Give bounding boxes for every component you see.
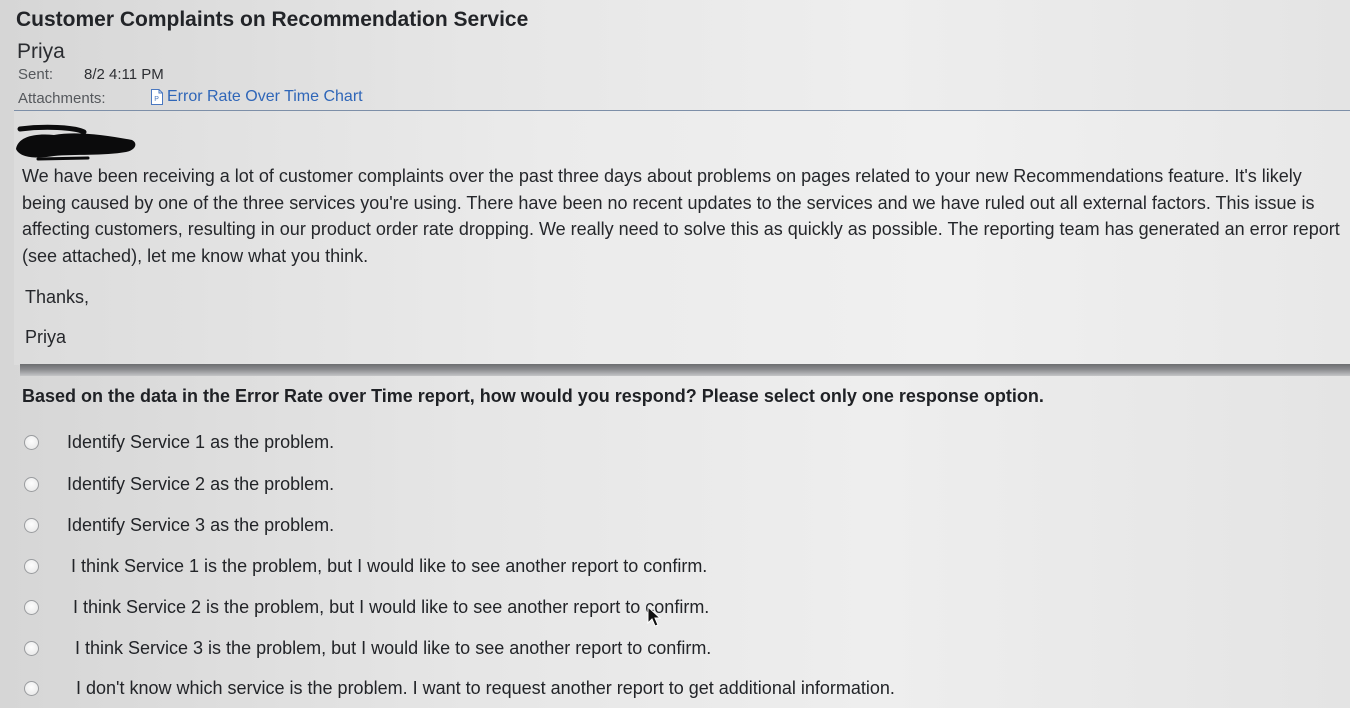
option-label: I think Service 1 is the problem, but I … — [71, 556, 708, 576]
response-option-2[interactable]: Identify Service 2 as the problem. — [24, 474, 334, 495]
option-label: Identify Service 1 as the problem. — [67, 432, 335, 452]
radio-button[interactable] — [24, 559, 39, 574]
radio-button[interactable] — [24, 681, 39, 696]
attachments-label: Attachments: — [18, 90, 106, 107]
response-option-5[interactable]: I think Service 2 is the problem, but I … — [24, 597, 709, 618]
response-option-3[interactable]: Identify Service 3 as the problem. — [24, 515, 334, 536]
email-survey-screen: Customer Complaints on Recommendation Se… — [0, 0, 1350, 708]
attachment-link[interactable]: P Error Rate Over Time Chart — [150, 88, 363, 106]
redacted-recipient — [16, 124, 136, 161]
email-subject: Customer Complaints on Recommendation Se… — [16, 8, 529, 31]
option-label: I don't know which service is the proble… — [76, 678, 895, 698]
option-label: I think Service 3 is the problem, but I … — [75, 638, 712, 658]
radio-button[interactable] — [24, 641, 39, 656]
email-closing: Thanks, — [25, 287, 90, 307]
response-option-1[interactable]: Identify Service 1 as the problem. — [24, 432, 334, 453]
option-label: Identify Service 3 as the problem. — [67, 515, 335, 535]
sent-label: Sent: — [18, 66, 54, 83]
option-label: I think Service 2 is the problem, but I … — [73, 597, 710, 617]
email-header: Customer Complaints on Recommendation Se… — [14, 6, 1350, 110]
radio-button[interactable] — [24, 518, 39, 533]
mouse-pointer-icon — [647, 606, 662, 627]
response-option-6[interactable]: I think Service 3 is the problem, but I … — [24, 638, 711, 659]
email-body-text: We have been receiving a lot of customer… — [22, 166, 1340, 266]
radio-button[interactable] — [24, 600, 39, 615]
radio-button[interactable] — [24, 477, 39, 492]
response-option-7[interactable]: I don't know which service is the proble… — [24, 678, 895, 699]
document-icon: P — [151, 89, 163, 105]
sent-value: 8/2 4:11 PM — [84, 66, 164, 83]
option-label: Identify Service 2 as the problem. — [67, 474, 335, 494]
radio-button[interactable] — [24, 435, 39, 450]
svg-text:P: P — [154, 96, 159, 103]
attachment-name: Error Rate Over Time Chart — [167, 88, 363, 105]
response-option-4[interactable]: I think Service 1 is the problem, but I … — [24, 556, 707, 577]
email-body: We have been receiving a lot of customer… — [14, 111, 1350, 365]
email-signature: Priya — [25, 327, 67, 347]
section-shadow — [20, 364, 1350, 376]
email-sender: Priya — [17, 40, 65, 63]
question-prompt: Based on the data in the Error Rate over… — [22, 386, 1044, 406]
